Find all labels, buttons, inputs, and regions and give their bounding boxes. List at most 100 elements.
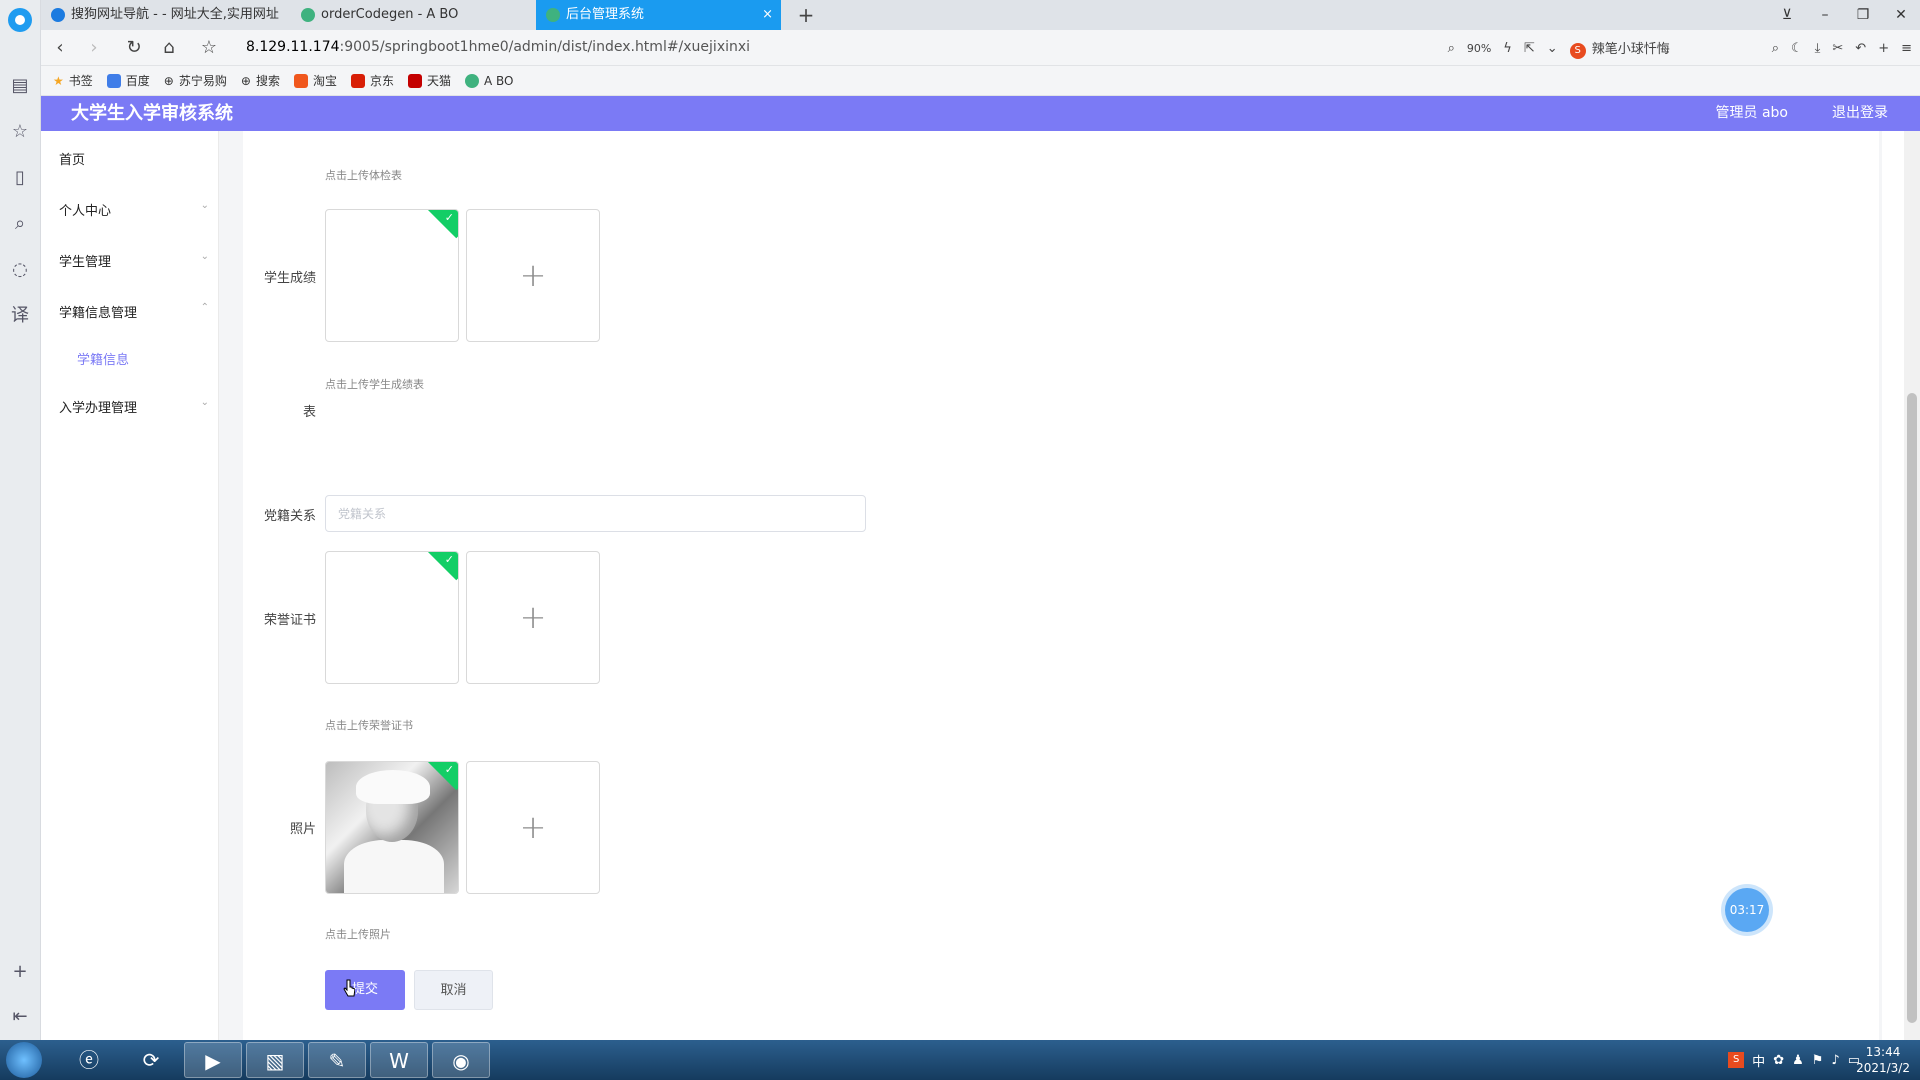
chevron-down-icon: ⌄ (200, 251, 209, 262)
content-area: 点击上传体检表 学生成绩 ✓ + 点击上传学生成绩表 表 党籍关系 荣誉证书 ✓… (219, 131, 1882, 1040)
notepad-icon[interactable]: ▧ (246, 1042, 304, 1078)
tab-admin[interactable]: 后台管理系统 × (536, 0, 781, 30)
add-icon[interactable]: + (8, 960, 32, 984)
label-honor-certificate: 荣誉证书 (263, 613, 316, 628)
undo-icon[interactable]: ↶ (1855, 41, 1866, 56)
search-icon[interactable]: ⌕ (1772, 41, 1779, 56)
share-icon[interactable]: ⇱ (1524, 41, 1535, 56)
pin-icon[interactable]: ⊻ (1768, 0, 1806, 30)
menu-item-student-status-management[interactable]: 学籍信息管理 ⌃ (59, 302, 209, 321)
download-icon[interactable]: ⤓ (1815, 41, 1821, 56)
tray-flag-icon[interactable]: ⚑ (1812, 1053, 1824, 1068)
url-field[interactable]: 8.129.11.174:9005/springboot1hme0/admin/… (246, 39, 750, 55)
scissors-icon[interactable]: ✂ (1832, 41, 1843, 56)
url-path: :9005/springboot1hme0/admin/dist/index.h… (339, 39, 751, 55)
ime-mode[interactable]: 中 (1752, 1051, 1765, 1070)
back-icon[interactable]: ‹ (47, 36, 73, 60)
refresh-app-icon[interactable]: ⟳ (122, 1042, 180, 1078)
sogou-ime-icon[interactable]: S (1728, 1052, 1745, 1068)
check-icon: ✓ (444, 763, 454, 776)
start-button[interactable] (6, 1042, 42, 1078)
forward-icon[interactable]: › (81, 36, 107, 60)
baidu-icon (106, 73, 121, 88)
bookmark-star-icon[interactable]: ☆ (196, 36, 222, 60)
search-engine-box[interactable]: S 辣笔小球忏悔 (1569, 38, 1760, 59)
sogou-icon: S (1569, 42, 1586, 59)
url-host: 8.129.11.174 (246, 39, 340, 55)
uploaded-honor-file[interactable]: ✓ (325, 551, 459, 684)
bookmark-item[interactable]: A BO (465, 73, 514, 88)
plus-icon[interactable]: + (1878, 41, 1889, 56)
party-relation-input[interactable] (325, 495, 866, 532)
tray-volume-icon[interactable]: ♪ (1831, 1053, 1839, 1068)
hint-physical-exam: 点击上传体检表 (325, 169, 402, 182)
tab-close-icon[interactable]: × (762, 0, 773, 30)
app-header: 大学生入学审核系统 管理员 abo 退出登录 (41, 96, 1920, 131)
bookmark-item[interactable]: 京东 (350, 72, 394, 89)
scrollbar-thumb[interactable] (1907, 393, 1917, 1023)
tab-ordercodegen[interactable]: orderCodegen - A BO (291, 0, 536, 30)
menu-item-personal-center[interactable]: 个人中心 ⌄ (59, 200, 209, 219)
chat-icon[interactable]: ◌ (8, 258, 32, 282)
menu-subitem-student-status[interactable]: 学籍信息 (77, 349, 129, 368)
flash-icon[interactable]: ϟ (1503, 41, 1512, 56)
page-scrollbar[interactable] (1904, 131, 1920, 1040)
upload-honor-button[interactable]: + (466, 551, 600, 684)
uploaded-photo[interactable]: ✓ (325, 761, 459, 894)
minimize-icon[interactable]: – (1806, 0, 1844, 30)
tab-sogou[interactable]: 搜狗网址导航 - - 网址大全,实用网址 (41, 0, 291, 30)
bookmark-item[interactable]: ⊕ 苏宁易购 (164, 72, 227, 89)
zoom-level[interactable]: 90% (1467, 42, 1491, 55)
bookmark-item[interactable]: ⊕ 搜索 (241, 72, 280, 89)
browser-task-icon[interactable]: ◉ (432, 1042, 490, 1078)
new-tab-button[interactable]: + (791, 0, 821, 30)
close-window-icon[interactable]: ✕ (1882, 0, 1920, 30)
menu-item-student-management[interactable]: 学生管理 ⌄ (59, 251, 209, 270)
logout-link[interactable]: 退出登录 (1832, 96, 1888, 131)
favorites-star-icon[interactable]: ☆ (8, 120, 32, 144)
reading-book-icon[interactable]: ▯ (8, 166, 32, 190)
upload-score-button[interactable]: + (466, 209, 600, 342)
search-icon[interactable]: ⌕ (8, 212, 32, 236)
menu-icon[interactable]: ≡ (1901, 41, 1912, 56)
tmall-icon (407, 73, 422, 88)
app-title: 大学生入学审核系统 (71, 103, 233, 124)
menu-item-enrollment-management[interactable]: 入学办理管理 ⌄ (59, 397, 209, 416)
vue-icon (465, 73, 479, 88)
dropdown-icon[interactable]: ⌄ (1547, 41, 1558, 56)
uploaded-score-file[interactable]: ✓ (325, 209, 459, 342)
hand-cursor-icon (343, 979, 355, 997)
restore-icon[interactable]: ❐ (1844, 0, 1882, 30)
home-icon[interactable]: ⌂ (156, 36, 182, 60)
paint-icon[interactable]: ✎ (308, 1042, 366, 1078)
media-player-icon[interactable]: ▶ (184, 1042, 242, 1078)
bookmark-item[interactable]: 天猫 (407, 72, 451, 89)
system-tray: S 中 ✿ ♟ ⚑ ♪ ▭ (1728, 1040, 1860, 1080)
zoom-icon[interactable]: ⌕ (1448, 41, 1455, 56)
clock-date: 2021/3/2 (1856, 1061, 1910, 1075)
taobao-icon (293, 73, 308, 88)
bookmark-item[interactable]: ★ 书签 (53, 72, 93, 89)
clock-time: 13:44 (1865, 1045, 1901, 1059)
collapse-icon[interactable]: ⇤ (8, 1005, 32, 1029)
recording-timer[interactable]: 03:17 (1725, 888, 1769, 932)
upload-photo-button[interactable]: + (466, 761, 600, 894)
system-clock[interactable]: 13:44 2021/3/2 (1856, 1044, 1910, 1076)
submit-button[interactable]: 提交 (325, 970, 405, 1010)
form-card: 点击上传体检表 学生成绩 ✓ + 点击上传学生成绩表 表 党籍关系 荣誉证书 ✓… (243, 131, 1879, 1040)
cancel-button[interactable]: 取消 (414, 970, 493, 1010)
menu-item-home[interactable]: 首页 (59, 149, 209, 168)
bookmark-item[interactable]: 百度 (106, 72, 150, 89)
ie-icon[interactable]: ⓔ (60, 1042, 118, 1078)
reload-icon[interactable]: ↻ (121, 36, 147, 60)
word-icon[interactable]: W (370, 1042, 428, 1078)
translate-icon[interactable]: 译 (8, 304, 32, 328)
tray-qq-icon[interactable]: ♟ (1792, 1053, 1804, 1068)
browser-logo-icon[interactable] (8, 8, 32, 32)
night-mode-icon[interactable]: ☾ (1791, 41, 1803, 56)
globe-icon: ⊕ (163, 73, 174, 88)
tray-flower-icon[interactable]: ✿ (1773, 1053, 1784, 1068)
sogou-favicon-icon (51, 8, 65, 22)
news-icon[interactable]: ▤ (8, 74, 32, 98)
bookmark-item[interactable]: 淘宝 (293, 72, 337, 89)
